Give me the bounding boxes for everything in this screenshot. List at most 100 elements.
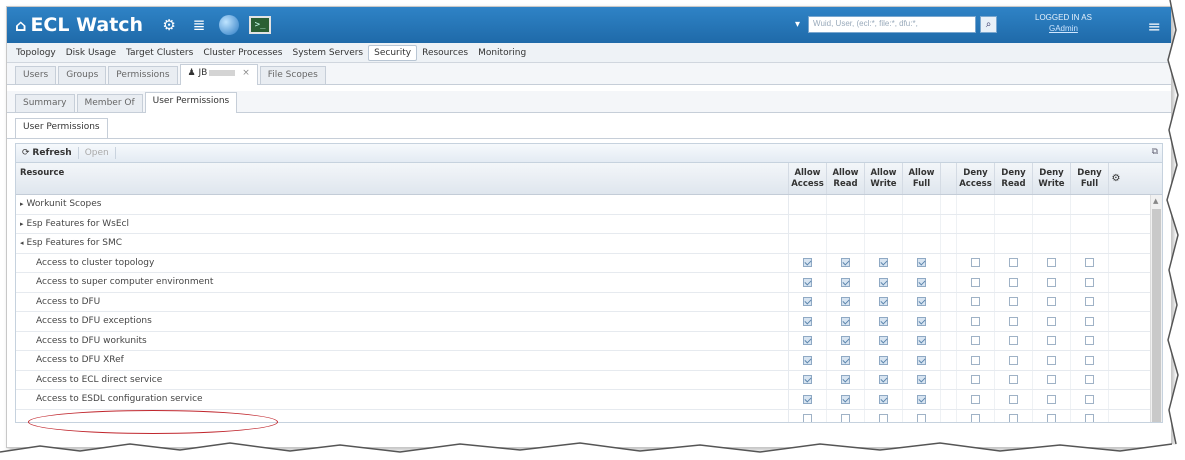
table-row[interactable]: Access to DFU workunits bbox=[16, 331, 1162, 351]
table-row[interactable]: Access to cluster topology bbox=[16, 253, 1162, 273]
permission-checkbox[interactable] bbox=[1009, 297, 1018, 307]
table-row[interactable]: Access to DFU XRef bbox=[16, 351, 1162, 371]
home-icon[interactable]: ⌂ bbox=[15, 16, 26, 35]
scrollbar-thumb[interactable] bbox=[1152, 209, 1161, 422]
column-header-deny-read[interactable]: Deny Read bbox=[995, 163, 1033, 194]
column-header-deny-write[interactable]: Deny Write bbox=[1033, 163, 1071, 194]
permission-checkbox[interactable] bbox=[917, 297, 926, 307]
terminal-icon[interactable]: >_ bbox=[249, 16, 272, 34]
scroll-up-icon[interactable]: ▲ bbox=[1153, 197, 1158, 205]
permission-checkbox[interactable] bbox=[803, 316, 812, 326]
permission-checkbox[interactable] bbox=[917, 355, 926, 365]
permission-checkbox[interactable] bbox=[841, 355, 850, 365]
permission-checkbox[interactable] bbox=[1085, 355, 1094, 365]
tab-user-detail[interactable]: ♟ JB × bbox=[179, 64, 258, 85]
tree-group-label[interactable]: ◂ Esp Features for SMC bbox=[16, 234, 789, 253]
table-row[interactable] bbox=[16, 409, 1162, 422]
permission-checkbox[interactable] bbox=[1047, 375, 1056, 385]
search-type-dropdown[interactable]: ▾ bbox=[795, 19, 800, 30]
maximize-icon[interactable]: ⧉ bbox=[1152, 147, 1158, 157]
table-row[interactable]: Access to DFU bbox=[16, 292, 1162, 312]
gear-icon[interactable]: ⚙ bbox=[159, 15, 179, 35]
permission-checkbox[interactable] bbox=[879, 375, 888, 385]
permission-checkbox[interactable] bbox=[917, 336, 926, 346]
permission-checkbox[interactable] bbox=[971, 297, 980, 307]
permission-checkbox[interactable] bbox=[803, 355, 812, 365]
permission-checkbox[interactable] bbox=[971, 336, 980, 346]
permission-checkbox[interactable] bbox=[841, 258, 850, 268]
nav-item-topology[interactable]: Topology bbox=[11, 46, 61, 60]
permission-checkbox[interactable] bbox=[841, 336, 850, 346]
permission-checkbox[interactable] bbox=[1047, 277, 1056, 287]
permission-checkbox[interactable] bbox=[841, 297, 850, 307]
permission-checkbox[interactable] bbox=[803, 414, 812, 422]
permission-checkbox[interactable] bbox=[917, 277, 926, 287]
table-row[interactable]: ▸ Esp Features for WsEcl bbox=[16, 214, 1162, 234]
column-header-deny-access[interactable]: Deny Access bbox=[957, 163, 995, 194]
expand-icon[interactable]: ▸ bbox=[20, 220, 24, 228]
column-header-resource[interactable]: Resource bbox=[16, 163, 789, 194]
panel-title-tab[interactable]: User Permissions bbox=[15, 118, 108, 138]
permission-checkbox[interactable] bbox=[1085, 316, 1094, 326]
table-row[interactable]: Access to super computer environment bbox=[16, 273, 1162, 293]
permission-checkbox[interactable] bbox=[879, 297, 888, 307]
column-header-allow-access[interactable]: Allow Access bbox=[789, 163, 827, 194]
tab-file-scopes[interactable]: File Scopes bbox=[259, 66, 326, 84]
permission-checkbox[interactable] bbox=[1085, 297, 1094, 307]
menu-icon[interactable]: ≡ bbox=[1148, 17, 1161, 36]
table-row[interactable]: Access to ECL direct service bbox=[16, 370, 1162, 390]
column-header-deny-full[interactable]: Deny Full bbox=[1071, 163, 1109, 194]
permission-checkbox[interactable] bbox=[803, 336, 812, 346]
permission-checkbox[interactable] bbox=[803, 258, 812, 268]
permission-checkbox[interactable] bbox=[971, 316, 980, 326]
nav-item-security[interactable]: Security bbox=[368, 44, 418, 61]
open-button[interactable]: Open bbox=[85, 148, 109, 158]
permission-checkbox[interactable] bbox=[1009, 414, 1018, 422]
permission-checkbox[interactable] bbox=[971, 394, 980, 404]
permission-checkbox[interactable] bbox=[1009, 375, 1018, 385]
permission-checkbox[interactable] bbox=[841, 394, 850, 404]
permission-checkbox[interactable] bbox=[879, 258, 888, 268]
permission-checkbox[interactable] bbox=[1009, 336, 1018, 346]
tree-group-label[interactable]: ▸ Esp Features for WsEcl bbox=[16, 214, 789, 233]
permission-checkbox[interactable] bbox=[1085, 258, 1094, 268]
permission-checkbox[interactable] bbox=[1085, 277, 1094, 287]
permission-checkbox[interactable] bbox=[1009, 355, 1018, 365]
app-logo[interactable]: ⌂ ECL Watch bbox=[15, 14, 143, 36]
permission-checkbox[interactable] bbox=[917, 414, 926, 422]
collapse-icon[interactable]: ◂ bbox=[20, 239, 24, 247]
nav-item-resources[interactable]: Resources bbox=[417, 46, 473, 60]
tab-user-permissions[interactable]: User Permissions bbox=[144, 92, 238, 113]
permission-checkbox[interactable] bbox=[971, 355, 980, 365]
permission-checkbox[interactable] bbox=[1085, 336, 1094, 346]
nav-item-monitoring[interactable]: Monitoring bbox=[473, 46, 531, 60]
permission-checkbox[interactable] bbox=[917, 375, 926, 385]
tab-groups[interactable]: Groups bbox=[58, 66, 107, 84]
permission-checkbox[interactable] bbox=[1085, 375, 1094, 385]
table-row[interactable]: Access to ESDL configuration service bbox=[16, 390, 1162, 410]
permission-checkbox[interactable] bbox=[1047, 355, 1056, 365]
permission-checkbox[interactable] bbox=[879, 277, 888, 287]
permission-checkbox[interactable] bbox=[879, 355, 888, 365]
tab-users[interactable]: Users bbox=[15, 66, 57, 84]
permission-checkbox[interactable] bbox=[971, 277, 980, 287]
expand-icon[interactable]: ▸ bbox=[20, 200, 24, 208]
nav-item-system-servers[interactable]: System Servers bbox=[288, 46, 369, 60]
permission-checkbox[interactable] bbox=[803, 394, 812, 404]
tab-member-of[interactable]: Member Of bbox=[76, 94, 143, 112]
permission-checkbox[interactable] bbox=[1009, 277, 1018, 287]
tree-group-label[interactable]: ▸ Workunit Scopes bbox=[16, 195, 789, 214]
permission-checkbox[interactable] bbox=[803, 277, 812, 287]
permission-checkbox[interactable] bbox=[841, 316, 850, 326]
permission-checkbox[interactable] bbox=[841, 414, 850, 422]
permission-checkbox[interactable] bbox=[879, 414, 888, 422]
permission-checkbox[interactable] bbox=[1047, 414, 1056, 422]
nav-item-disk-usage[interactable]: Disk Usage bbox=[61, 46, 121, 60]
table-row[interactable]: Access to DFU exceptions bbox=[16, 312, 1162, 332]
column-header-allow-read[interactable]: Allow Read bbox=[827, 163, 865, 194]
permission-checkbox[interactable] bbox=[917, 394, 926, 404]
permission-checkbox[interactable] bbox=[1047, 394, 1056, 404]
permission-checkbox[interactable] bbox=[917, 258, 926, 268]
table-row[interactable]: ▸ Workunit Scopes bbox=[16, 195, 1162, 215]
search-input[interactable]: Wuid, User, (ecl:*, file:*, dfu:*, bbox=[808, 16, 977, 33]
